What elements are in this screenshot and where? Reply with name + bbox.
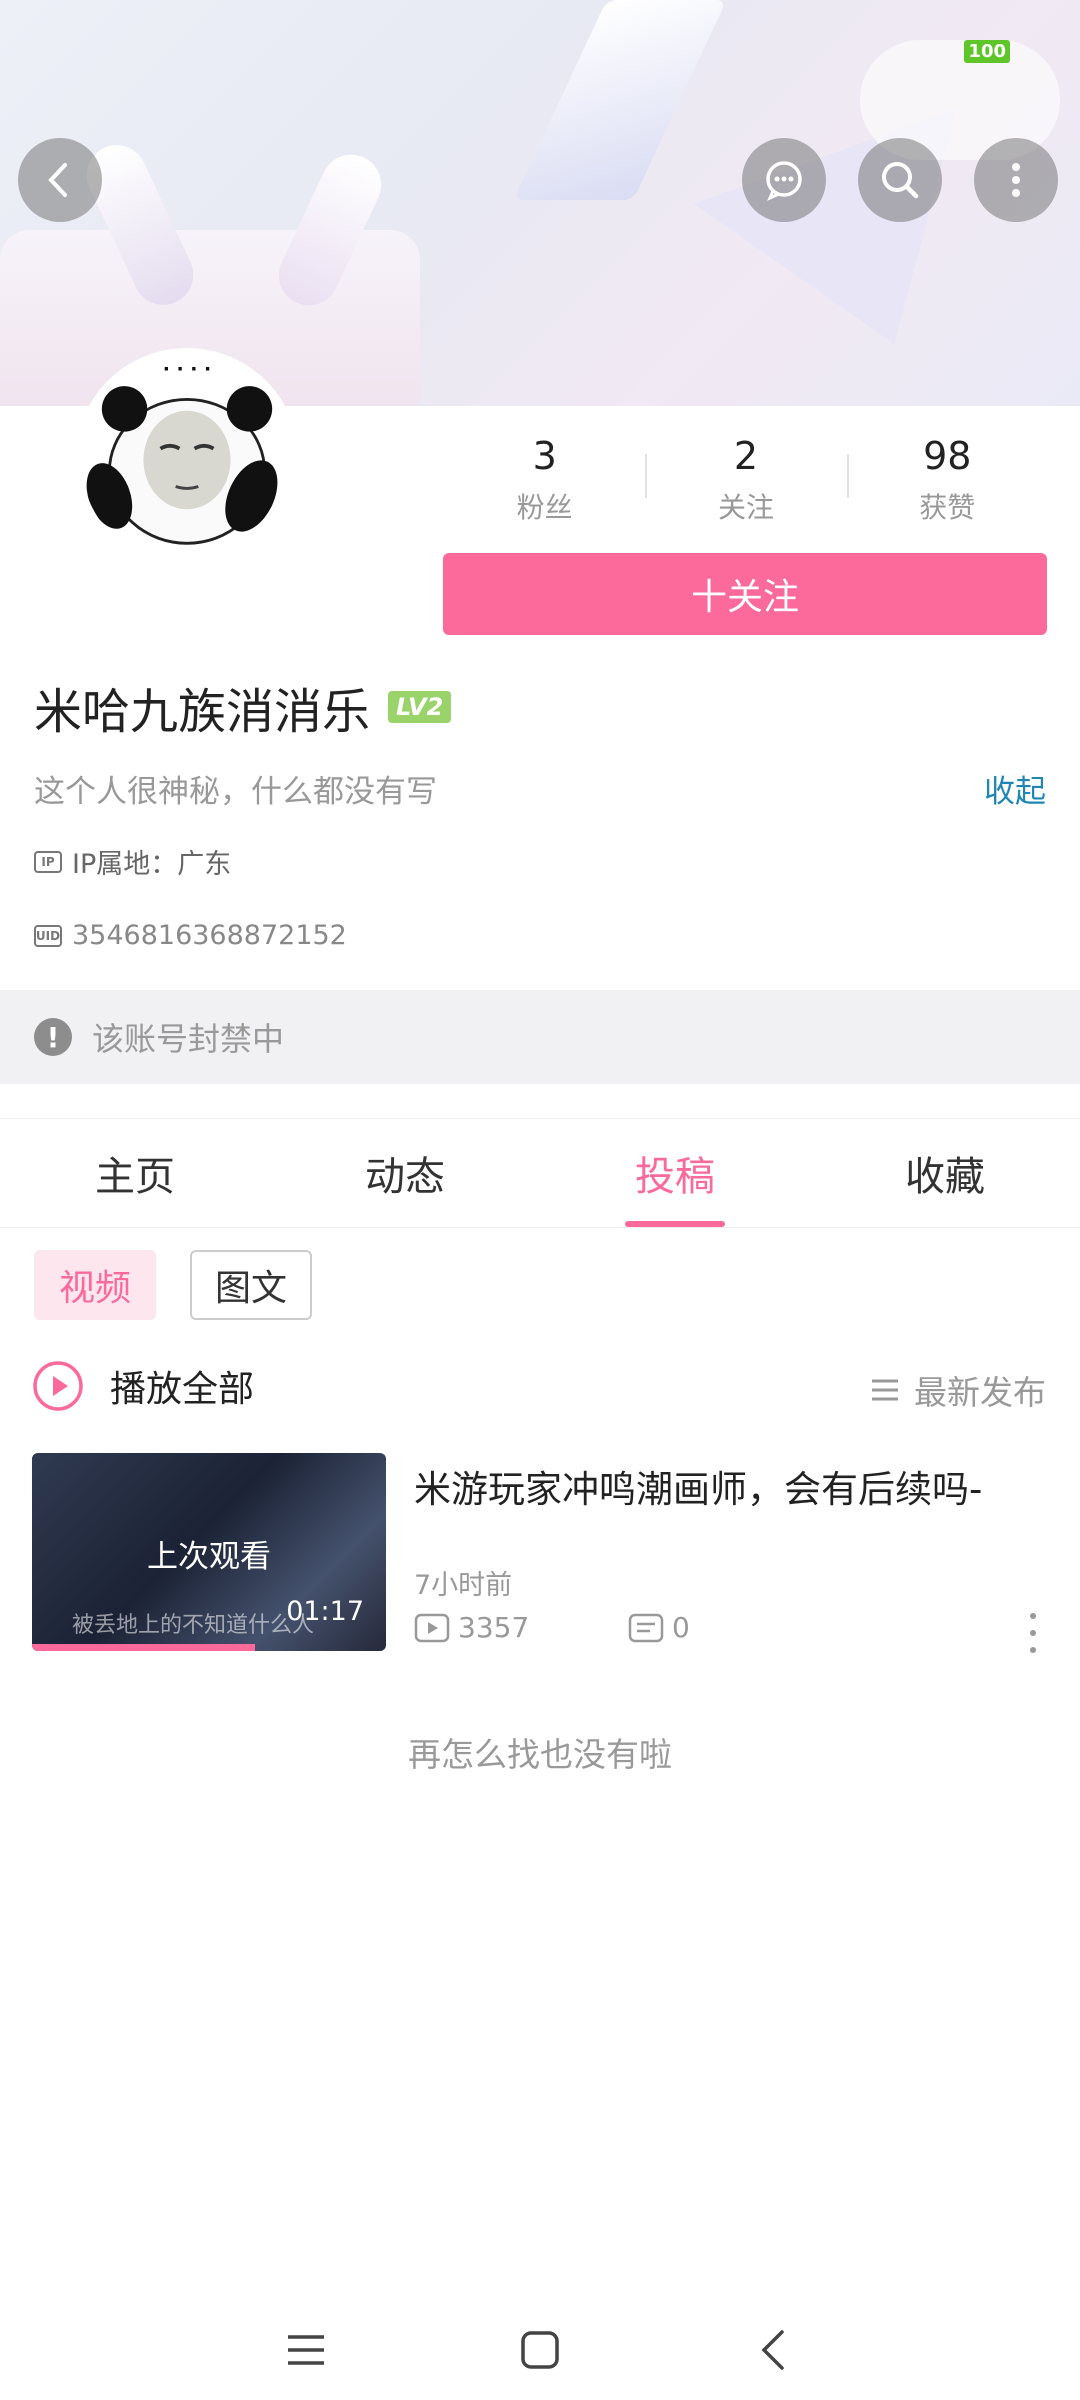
menu-icon[interactable]	[284, 2328, 328, 2372]
chevron-left-icon	[48, 163, 67, 197]
profile-name-row: 米哈九族消消乐 LV2	[34, 672, 452, 742]
status-bar: 100	[964, 40, 1010, 63]
stat-followers[interactable]: 3 粉丝	[444, 428, 645, 526]
sort-label: 最新发布	[914, 1373, 1046, 1412]
stat-label: 获赞	[919, 491, 976, 524]
banned-notice-text: 该账号封禁中	[92, 1020, 285, 1058]
tab-submissions[interactable]: 投稿	[540, 1119, 810, 1227]
video-thumbnail[interactable]: 上次观看 被丢地上的不知道什么人 01:17	[32, 1453, 386, 1651]
stat-likes[interactable]: 98 获赞	[846, 428, 1048, 526]
video-time: 7小时前	[414, 1570, 513, 1601]
bio-text: 这个人很神秘，什么都没有写	[34, 774, 437, 810]
follow-button[interactable]: 十关注	[443, 553, 1047, 635]
no-more-text: 再怎么找也没有啦	[408, 1735, 672, 1774]
comment-count-value: 0	[672, 1611, 690, 1644]
view-count: 3357	[414, 1611, 628, 1644]
list-icon	[872, 1379, 898, 1401]
tab-favorites[interactable]: 收藏	[810, 1119, 1080, 1227]
play-count-icon	[414, 1613, 450, 1642]
video-title[interactable]: 米游玩家冲鸣潮画师，会有后续吗-	[414, 1459, 982, 1513]
sort-button[interactable]: 最新发布	[870, 1366, 1046, 1414]
home-square-icon[interactable]	[518, 2328, 562, 2372]
stat-value: 2	[733, 434, 759, 478]
stat-label: 关注	[717, 491, 774, 524]
ip-location: IP IP属地：广东	[34, 842, 231, 881]
comment-icon	[628, 1613, 664, 1642]
video-more-button[interactable]	[1018, 1613, 1048, 1653]
stat-label: 粉丝	[516, 491, 573, 524]
follow-button-label: 十关注	[690, 577, 799, 618]
video-item[interactable]: 上次观看 被丢地上的不知道什么人 01:17 米游玩家冲鸣潮画师，会有后续吗- …	[32, 1453, 1048, 1653]
search-icon	[882, 162, 919, 199]
ip-icon: IP	[34, 850, 62, 873]
back-triangle-icon[interactable]	[752, 2328, 796, 2372]
view-count-value: 3357	[458, 1611, 530, 1644]
tab-home[interactable]: 主页	[0, 1119, 270, 1227]
profile-stats: 3 粉丝 2 关注 98 获赞	[444, 428, 1048, 526]
play-all-button[interactable]: 播放全部	[32, 1360, 254, 1412]
search-button[interactable]	[858, 138, 942, 222]
banned-notice: ! 该账号封禁中	[0, 990, 1080, 1084]
play-all-label: 播放全部	[110, 1369, 255, 1410]
collapse-link[interactable]: 收起	[984, 766, 1046, 811]
warning-icon: !	[34, 1018, 72, 1056]
level-badge: LV2	[388, 691, 452, 723]
more-vertical-icon	[1012, 163, 1020, 197]
video-duration: 01:17	[286, 1596, 364, 1627]
thumbnail-subtitle: 被丢地上的不知道什么人	[72, 1613, 315, 1638]
filter-video[interactable]: 视频	[34, 1250, 156, 1320]
message-button[interactable]	[742, 138, 826, 222]
filter-image-text[interactable]: 图文	[190, 1250, 312, 1320]
avatar[interactable]: · · · ·	[75, 348, 299, 572]
chat-icon	[766, 161, 802, 201]
system-nav-bar	[0, 2300, 1080, 2400]
tab-activity[interactable]: 动态	[270, 1119, 540, 1227]
uid-row[interactable]: UID 3546816368872152	[34, 920, 347, 951]
ip-location-text: IP属地：广东	[72, 849, 232, 880]
uid-text: 3546816368872152	[72, 920, 347, 951]
watch-progress-bar	[32, 1644, 256, 1651]
uid-icon: UID	[34, 924, 62, 947]
stat-value: 98	[923, 434, 972, 478]
back-button[interactable]	[18, 138, 102, 222]
profile-tabs: 主页 动态 投稿 收藏	[0, 1118, 1080, 1228]
last-watched-label: 上次观看	[147, 1539, 271, 1575]
play-circle-icon	[33, 1361, 83, 1411]
comment-count: 0	[628, 1611, 690, 1644]
more-options-button[interactable]	[974, 138, 1058, 222]
video-stats: 3357 0	[414, 1611, 690, 1644]
battery-indicator: 100	[964, 40, 1010, 63]
svg-text:· · · ·: · · · ·	[163, 358, 211, 380]
stat-following[interactable]: 2 关注	[645, 428, 846, 526]
stat-value: 3	[532, 434, 557, 478]
username: 米哈九族消消乐	[34, 684, 371, 740]
